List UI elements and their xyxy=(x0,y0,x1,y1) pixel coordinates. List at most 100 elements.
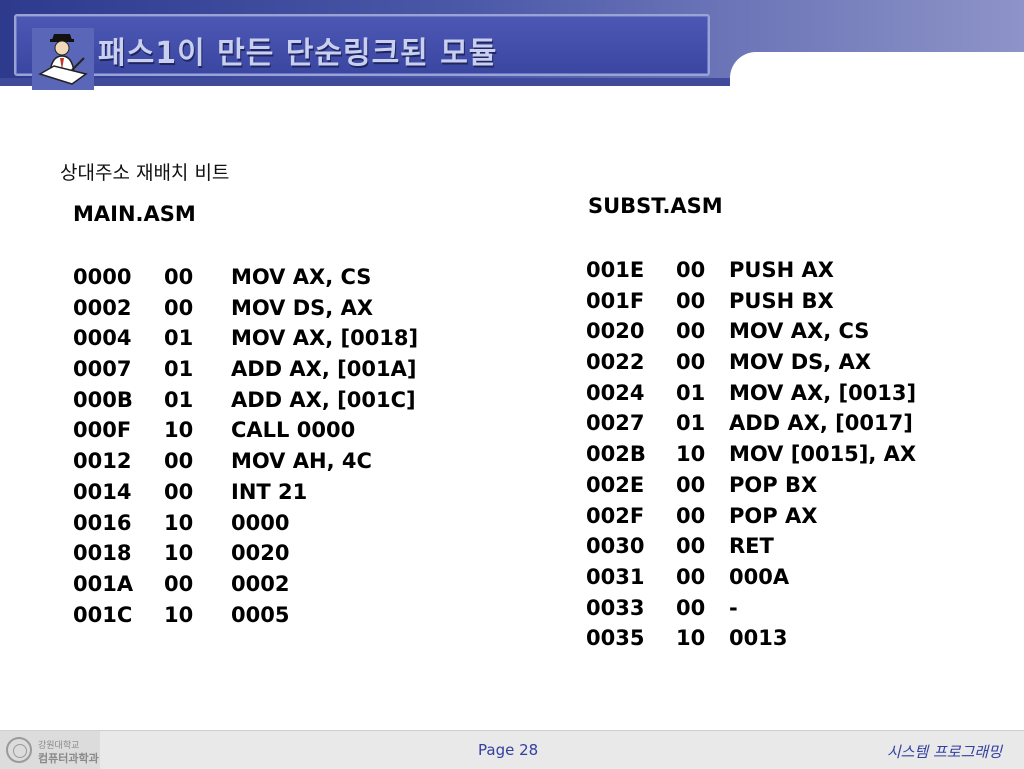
code-row: 0024 01 MOV AX, [0013] xyxy=(586,378,986,409)
instruction: ADD AX, [0017] xyxy=(729,411,913,436)
address: 0012 xyxy=(73,449,132,474)
relocation-bits: 01 xyxy=(676,411,706,436)
page-title: 패스1이 만든 단순링크된 모듈 xyxy=(98,36,498,71)
course-name: 시스템 프로그래밍 xyxy=(886,743,1002,761)
subst-asm-listing: 001E 00 PUSH AX 001F 00 PUSH BX 0020 00 MOV AX… xyxy=(586,255,986,654)
code-row: 0004 01 MOV AX, [0018] xyxy=(73,323,453,354)
relocation-bits: 10 xyxy=(164,541,194,566)
code-row: 0027 01 ADD AX, [0017] xyxy=(586,408,986,439)
code-row: 0033 00- xyxy=(586,593,986,624)
code-row: 002F 00 POP AX xyxy=(586,501,986,532)
instruction: 0013 xyxy=(729,626,788,651)
relocation-bits: 00 xyxy=(164,479,194,504)
instruction: 0000 xyxy=(231,510,290,535)
footer-logo: 강원대학교 컴퓨터과학과 xyxy=(0,731,100,769)
address: 0018 xyxy=(73,541,132,566)
instruction: 0005 xyxy=(231,602,290,627)
address: 0033 xyxy=(586,595,645,620)
address: 001A xyxy=(73,571,134,596)
instruction: POP BX xyxy=(729,472,818,497)
instruction: ADD AX, [001A] xyxy=(231,357,417,382)
subtitle: 상대주소 재배치 비트 xyxy=(60,162,230,184)
footer-bar: 강원대학교 컴퓨터과학과 Page 28 시스템 프로그래밍 xyxy=(0,730,1024,769)
address: 001F xyxy=(586,288,645,313)
relocation-bits: 00 xyxy=(164,265,194,289)
instruction: MOV AX, [0013] xyxy=(729,380,917,405)
address: 000F xyxy=(73,418,132,443)
address: 002F xyxy=(586,503,645,528)
address: 0022 xyxy=(586,350,645,375)
relocation-bits: 00 xyxy=(676,258,706,282)
relocation-bits: 00 xyxy=(676,288,706,313)
code-row: 001E 00 PUSH AX xyxy=(586,255,986,286)
address: 001C xyxy=(73,602,133,627)
code-row: 0002 00 MOV DS, AX xyxy=(73,293,453,324)
relocation-bits: 00 xyxy=(676,595,706,620)
code-row: 0030 00 RET xyxy=(586,531,986,562)
relocation-bits: 00 xyxy=(676,534,706,559)
code-row: 0007 01 ADD AX, [001A] xyxy=(73,354,453,385)
main-asm-listing: 0000 00 MOV AX, CS 0002 00 MOV DS, AX 0004 01… xyxy=(73,262,453,630)
title-box: 패스1이 만든 단순링크된 모듈 xyxy=(14,14,710,90)
person-writing-icon xyxy=(32,28,94,90)
instruction: 000A xyxy=(729,564,790,589)
address: 0024 xyxy=(586,380,645,405)
main-asm-title: MAIN.ASM xyxy=(73,202,196,226)
instruction: POP AX xyxy=(729,503,818,528)
relocation-bits: 00 xyxy=(164,295,194,320)
instruction: PUSH BX xyxy=(729,288,834,313)
relocation-bits: 01 xyxy=(164,387,194,412)
relocation-bits: 10 xyxy=(164,602,194,627)
code-row: 0022 00 MOV DS, AX xyxy=(586,347,986,378)
relocation-bits: 00 xyxy=(164,449,194,474)
relocation-bits: 01 xyxy=(676,380,706,405)
instruction: MOV AX, [0018] xyxy=(231,326,419,351)
relocation-bits: 00 xyxy=(676,472,706,497)
instruction: CALL 0000 xyxy=(231,418,356,443)
code-row: 000F 10 CALL 0000 xyxy=(73,415,453,446)
address: 0016 xyxy=(73,510,132,535)
address: 0004 xyxy=(73,326,132,351)
relocation-bits: 00 xyxy=(676,564,706,589)
relocation-bits: 00 xyxy=(676,350,706,375)
code-row: 0000 00 MOV AX, CS xyxy=(73,262,453,293)
instruction: - xyxy=(729,595,738,620)
relocation-bits: 10 xyxy=(164,510,194,535)
address: 000B xyxy=(73,387,133,412)
code-row: 001C 10 0005 xyxy=(73,600,453,631)
address: 0014 xyxy=(73,479,132,504)
instruction: MOV DS, AX xyxy=(729,350,872,375)
instruction: RET xyxy=(729,534,774,559)
code-row: 002E 00 POP BX xyxy=(586,470,986,501)
instruction: PUSH AX xyxy=(729,258,834,282)
page-number: Page 28 xyxy=(478,741,539,759)
instruction: MOV AX, CS xyxy=(729,319,870,344)
footer-department-name: 컴퓨터과학과 xyxy=(38,752,99,765)
address: 001E xyxy=(586,258,645,282)
address: 0030 xyxy=(586,534,645,559)
relocation-bits: 00 xyxy=(676,503,706,528)
relocation-bits: 00 xyxy=(676,319,706,344)
instruction: MOV AH, 4C xyxy=(231,449,372,474)
university-seal-icon xyxy=(6,737,32,763)
relocation-bits: 01 xyxy=(164,326,194,351)
header-bar: 패스1이 만든 단순링크된 모듈 xyxy=(0,0,1024,112)
instruction: MOV DS, AX xyxy=(231,295,374,320)
relocation-bits: 01 xyxy=(164,357,194,382)
code-row: 0012 00 MOV AH, 4C xyxy=(73,446,453,477)
address: 002E xyxy=(586,472,645,497)
code-row: 002B 10 MOV [0015], AX xyxy=(586,439,986,470)
address: 0007 xyxy=(73,357,132,382)
instruction: ADD AX, [001C] xyxy=(231,387,416,412)
address: 0031 xyxy=(586,564,645,589)
code-row: 001F 00 PUSH BX xyxy=(586,286,986,317)
address: 0020 xyxy=(586,319,645,344)
code-row: 0020 00 MOV AX, CS xyxy=(586,316,986,347)
instruction: 0002 xyxy=(231,571,290,596)
code-row: 0016 10 0000 xyxy=(73,508,453,539)
code-row: 0031 00 000A xyxy=(586,562,986,593)
instruction: INT 21 xyxy=(231,479,308,504)
relocation-bits: 10 xyxy=(164,418,194,443)
code-row: 0018 10 0020 xyxy=(73,538,453,569)
relocation-bits: 00 xyxy=(164,571,194,596)
